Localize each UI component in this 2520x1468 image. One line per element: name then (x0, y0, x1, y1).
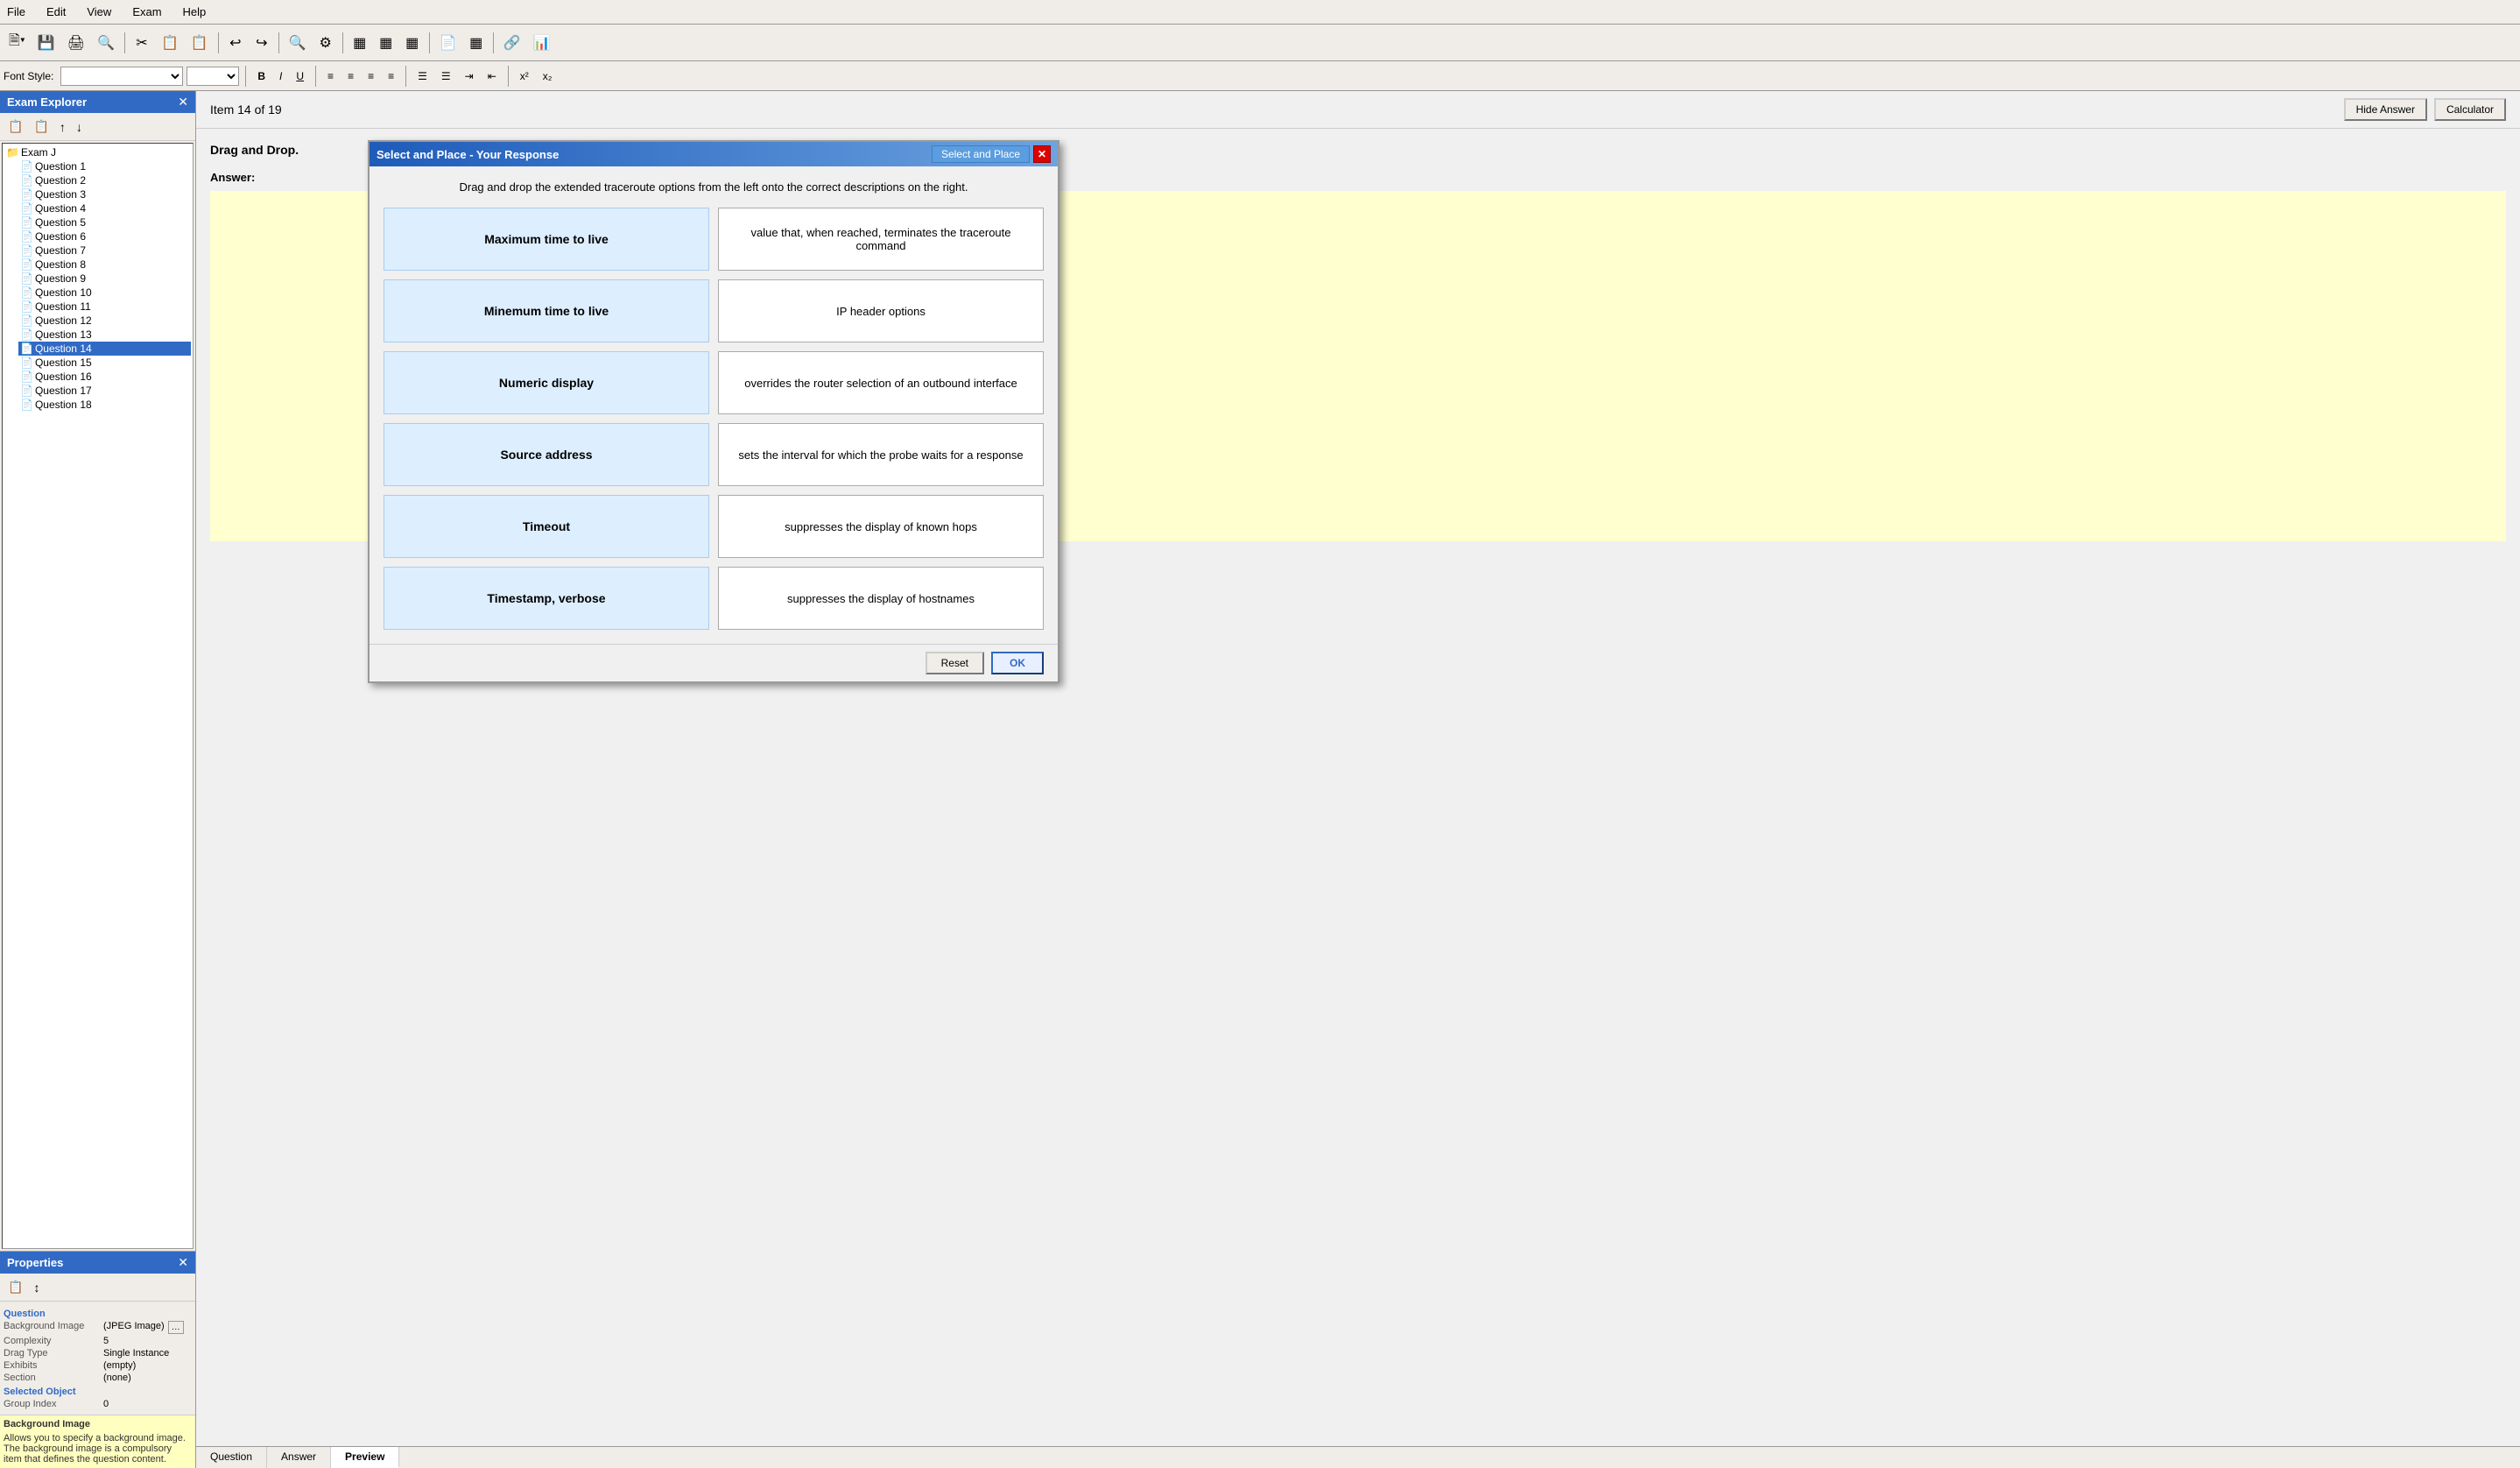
drag-item-timestamp[interactable]: Timestamp, verbose (384, 567, 709, 630)
drop-item-1[interactable]: value that, when reached, terminates the… (718, 208, 1044, 271)
drop-item-4[interactable]: sets the interval for which the probe wa… (718, 423, 1044, 486)
drag-item-numeric[interactable]: Numeric display (384, 351, 709, 414)
dialog-instructions: Drag and drop the extended traceroute op… (384, 180, 1044, 194)
drop-item-2[interactable]: IP header options (718, 279, 1044, 342)
dialog-title-bar: Select and Place - Your Response Select … (370, 142, 1058, 166)
drag-grid: Maximum time to live value that, when re… (384, 208, 1044, 630)
dialog-overlay: Select and Place - Your Response Select … (0, 0, 2520, 1468)
drag-item-max-ttl[interactable]: Maximum time to live (384, 208, 709, 271)
drag-item-source-address[interactable]: Source address (384, 423, 709, 486)
ok-btn[interactable]: OK (991, 652, 1044, 674)
reset-btn[interactable]: Reset (926, 652, 984, 674)
drop-item-6[interactable]: suppresses the display of hostnames (718, 567, 1044, 630)
drop-item-5[interactable]: suppresses the display of known hops (718, 495, 1044, 558)
dialog-footer: Reset OK (370, 644, 1058, 681)
dialog-title: Select and Place - Your Response (377, 148, 559, 161)
drag-item-min-ttl[interactable]: Minemum time to live (384, 279, 709, 342)
dialog-close-btn[interactable]: ✕ (1033, 145, 1051, 163)
dialog: Select and Place - Your Response Select … (368, 140, 1059, 683)
dialog-badge: Select and Place (932, 145, 1030, 163)
drag-item-timeout[interactable]: Timeout (384, 495, 709, 558)
dialog-content: Drag and drop the extended traceroute op… (370, 166, 1058, 644)
drop-item-3[interactable]: overrides the router selection of an out… (718, 351, 1044, 414)
